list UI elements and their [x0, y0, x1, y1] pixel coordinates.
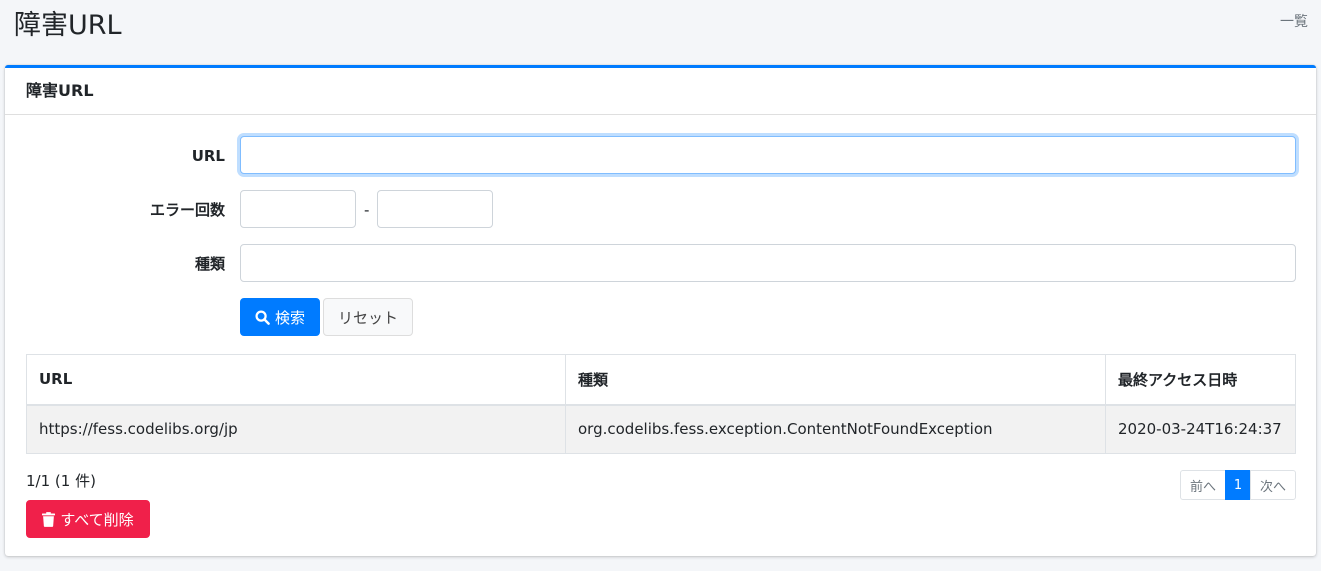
card-title: 障害URL: [26, 81, 94, 100]
page-title: 障害URL: [14, 10, 122, 41]
type-input[interactable]: [240, 244, 1296, 282]
failure-url-card: 障害URL URL エラー回数 - 種類 検索 リセット URL 種類 最終アク…: [5, 65, 1316, 556]
reset-button-label: リセット: [337, 308, 398, 327]
cell-type: org.codelibs.fess.exception.ContentNotFo…: [565, 404, 1106, 454]
cell-url: https://fess.codelibs.org/jp: [26, 404, 566, 454]
table-row[interactable]: https://fess.codelibs.org/jp org.codelib…: [26, 404, 1296, 454]
url-input[interactable]: [240, 136, 1296, 174]
search-button[interactable]: 検索: [240, 298, 320, 336]
error-count-min-input[interactable]: [240, 190, 356, 228]
type-label: 種類: [194, 255, 225, 273]
pagination-prev[interactable]: 前へ: [1180, 470, 1226, 500]
column-header-type: 種類: [565, 354, 1106, 406]
url-label: URL: [191, 147, 225, 165]
table-header-row: URL 種類 最終アクセス日時: [26, 354, 1296, 406]
cell-last-access: 2020-03-24T16:24:37: [1105, 404, 1296, 454]
reset-button[interactable]: リセット: [323, 298, 413, 336]
search-button-label: 検索: [274, 308, 305, 327]
failure-url-table: URL 種類 最終アクセス日時 https://fess.codelibs.or…: [26, 354, 1296, 454]
pagination-page-1[interactable]: 1: [1225, 470, 1251, 500]
pagination-next[interactable]: 次へ: [1250, 470, 1296, 500]
result-count: 1/1 (1 件): [26, 472, 96, 490]
error-count-label: エラー回数: [149, 201, 225, 219]
column-header-url: URL: [26, 354, 566, 406]
breadcrumb-list-link[interactable]: 一覧: [1280, 12, 1308, 32]
delete-all-label: すべて削除: [60, 510, 134, 529]
column-header-last-access: 最終アクセス日時: [1105, 354, 1296, 406]
range-separator: -: [364, 201, 370, 219]
search-icon: [255, 309, 270, 325]
pagination: 前へ 1 次へ: [1180, 470, 1296, 500]
card-header: 障害URL: [5, 68, 1316, 115]
content-header: 障害URL 一覧: [0, 0, 1321, 60]
trash-icon: [42, 511, 56, 527]
delete-all-button[interactable]: すべて削除: [26, 500, 150, 538]
error-count-max-input[interactable]: [377, 190, 493, 228]
